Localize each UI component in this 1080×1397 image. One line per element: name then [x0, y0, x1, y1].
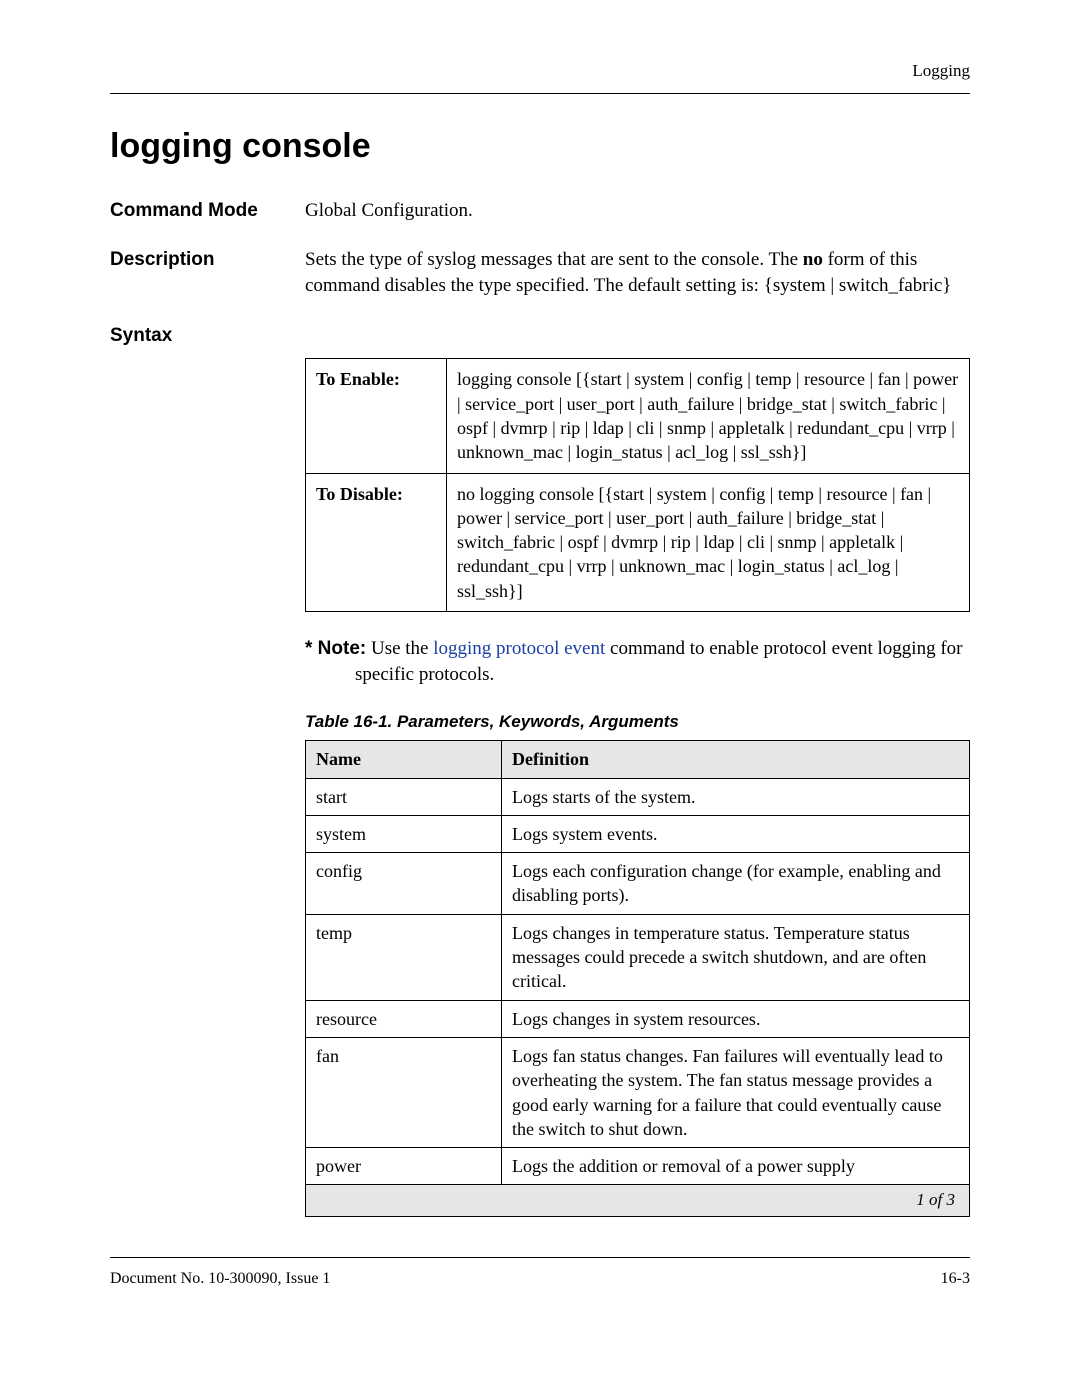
param-definition: Logs each configuration change (for exam…	[502, 853, 970, 915]
description-bold-word: no	[803, 249, 823, 270]
syntax-disable-label: To Disable:	[306, 473, 447, 611]
param-definition: Logs changes in temperature status. Temp…	[502, 914, 970, 1000]
syntax-row-disable: To Disable: no logging console [{start |…	[306, 473, 970, 611]
param-definition: Logs starts of the system.	[502, 778, 970, 815]
param-name: config	[306, 853, 502, 915]
footer: Document No. 10-300090, Issue 1 16-3	[110, 1257, 970, 1290]
header-section-label: Logging	[110, 60, 970, 83]
param-name: system	[306, 815, 502, 852]
param-table: Name Definition start Logs starts of the…	[305, 740, 970, 1217]
syntax-label: Syntax	[110, 323, 305, 349]
command-mode-label: Command Mode	[110, 198, 305, 224]
footer-pagenum: 16-3	[941, 1268, 970, 1290]
syntax-enable-text: logging console [{start | system | confi…	[447, 359, 970, 473]
param-definition: Logs fan status changes. Fan failures wi…	[502, 1037, 970, 1147]
table-caption: Table 16-1. Parameters, Keywords, Argume…	[305, 711, 970, 734]
param-name: start	[306, 778, 502, 815]
page-title: logging console	[110, 124, 970, 170]
note-pre: Use the	[366, 638, 433, 659]
header-rule	[110, 93, 970, 94]
syntax-table-wrap: To Enable: logging console [{start | sys…	[305, 358, 970, 1217]
syntax-enable-label: To Enable:	[306, 359, 447, 473]
command-mode-value: Global Configuration.	[305, 198, 970, 224]
param-definition: Logs the addition or removal of a power …	[502, 1148, 970, 1185]
table-row: start Logs starts of the system.	[306, 778, 970, 815]
table-row: system Logs system events.	[306, 815, 970, 852]
table-row: resource Logs changes in system resource…	[306, 1000, 970, 1037]
description-value: Sets the type of syslog messages that ar…	[305, 247, 970, 298]
param-definition: Logs changes in system resources.	[502, 1000, 970, 1037]
table-pager: 1 of 3	[306, 1185, 970, 1217]
param-name: temp	[306, 914, 502, 1000]
description-label: Description	[110, 247, 305, 273]
param-name: fan	[306, 1037, 502, 1147]
note-label: * Note:	[305, 638, 366, 659]
param-name: power	[306, 1148, 502, 1185]
table-pager-row: 1 of 3	[306, 1185, 970, 1217]
syntax-table: To Enable: logging console [{start | sys…	[305, 358, 970, 612]
syntax-row: Syntax	[110, 323, 970, 349]
description-row: Description Sets the type of syslog mess…	[110, 247, 970, 298]
table-row: temp Logs changes in temperature status.…	[306, 914, 970, 1000]
param-header-row: Name Definition	[306, 741, 970, 778]
syntax-disable-text: no logging console [{start | system | co…	[447, 473, 970, 611]
command-mode-row: Command Mode Global Configuration.	[110, 198, 970, 224]
param-header-name: Name	[306, 741, 502, 778]
table-row: power Logs the addition or removal of a …	[306, 1148, 970, 1185]
table-row: config Logs each configuration change (f…	[306, 853, 970, 915]
table-row: fan Logs fan status changes. Fan failure…	[306, 1037, 970, 1147]
description-text-pre: Sets the type of syslog messages that ar…	[305, 249, 803, 270]
param-name: resource	[306, 1000, 502, 1037]
footer-docnum: Document No. 10-300090, Issue 1	[110, 1268, 330, 1290]
note-block: * Note: Use the logging protocol event c…	[305, 636, 970, 687]
syntax-row-enable: To Enable: logging console [{start | sys…	[306, 359, 970, 473]
param-definition: Logs system events.	[502, 815, 970, 852]
note-link[interactable]: logging protocol event	[433, 638, 605, 659]
param-header-definition: Definition	[502, 741, 970, 778]
